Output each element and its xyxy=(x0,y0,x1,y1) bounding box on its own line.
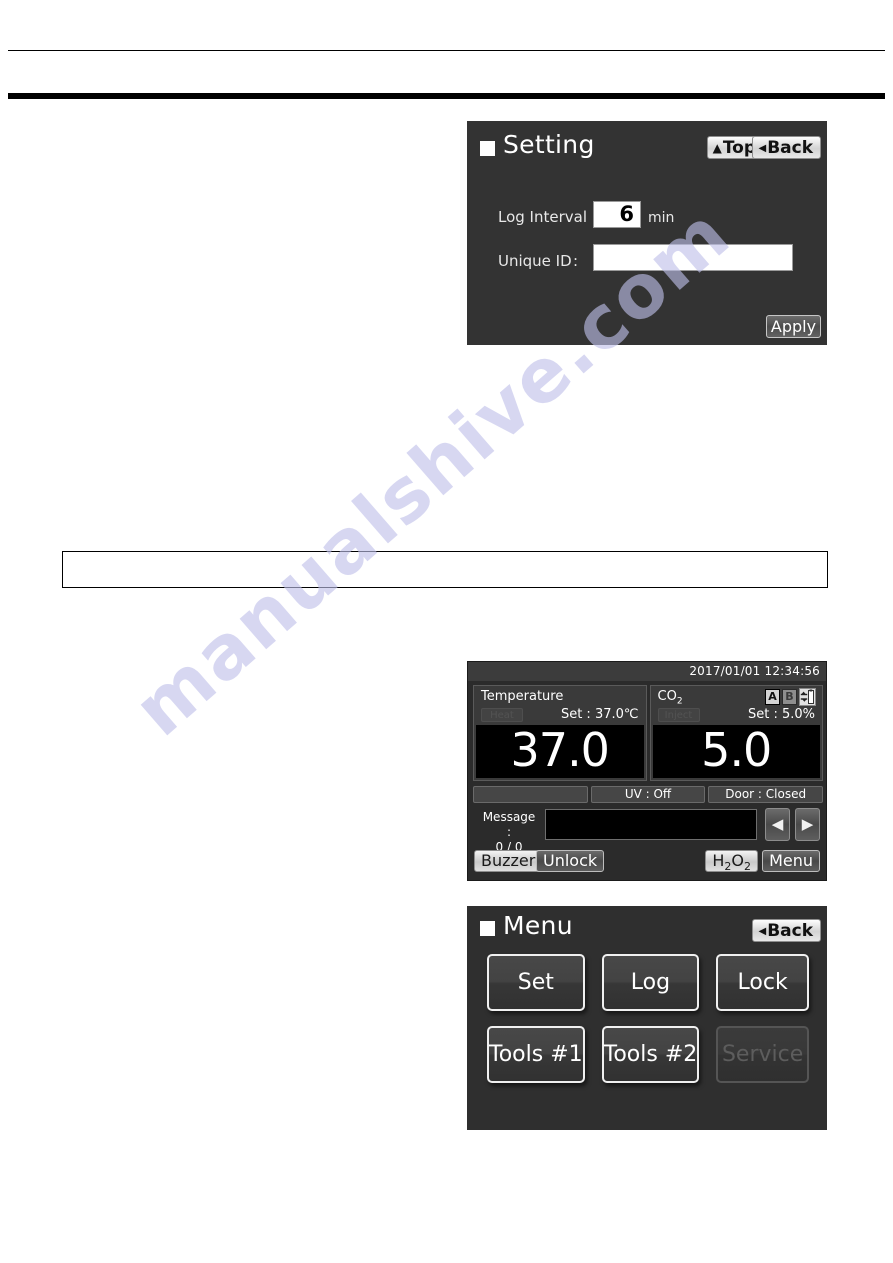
co2-readout: CO2 A B Inject Set : 5.0% 5.0 xyxy=(649,685,823,781)
top-button-label: Top xyxy=(722,138,756,158)
back-button-label: Back xyxy=(767,138,813,158)
arrow-up-icon: ▲ xyxy=(712,141,722,155)
header-rule-thick xyxy=(8,93,885,99)
temperature-readout: Temperature Heat Set : 37.0℃ 37.0 xyxy=(473,685,647,781)
unique-id-input[interactable] xyxy=(593,244,793,271)
log-interval-unit: min xyxy=(648,210,675,226)
menu-grid: Set Log Lock Tools #1 Tools #2 Service xyxy=(487,954,809,1083)
log-interval-input[interactable]: 6 xyxy=(593,201,641,228)
header-rule-thin xyxy=(8,50,885,51)
main-control-screen-panel: 2017/01/01 12:34:56 Temperature Heat Set… xyxy=(467,661,827,881)
menu-item-tools-2[interactable]: Tools #2 xyxy=(601,1026,700,1083)
back-button-label: Back xyxy=(767,921,813,941)
door-status-cell: Door : Closed xyxy=(708,786,824,803)
inject-status-badge: Inject xyxy=(657,708,700,722)
menu-item-service: Service xyxy=(716,1026,809,1083)
status-row: UV : Off Door : Closed xyxy=(473,786,824,803)
square-bullet-icon xyxy=(480,141,495,156)
co2-value: 5.0 xyxy=(652,725,820,778)
menu-screen-panel: Menu ◀Back Set Log Lock Tools #1 Tools #… xyxy=(467,906,827,1130)
uv-status-cell: UV : Off xyxy=(590,786,706,803)
message-next-button[interactable]: ▶ xyxy=(795,808,820,841)
h2o2-button[interactable]: H2O2 xyxy=(705,850,758,873)
temperature-value: 37.0 xyxy=(476,725,644,778)
clock-display: 2017/01/01 12:34:56 xyxy=(689,664,820,678)
setting-title: Setting xyxy=(503,130,595,159)
message-display xyxy=(545,809,757,840)
setting-screen-panel: Setting ▲Top ◀Back Log Interval : 6 min … xyxy=(467,121,827,345)
message-prev-button[interactable]: ◀ xyxy=(765,808,790,841)
status-cell-blank xyxy=(473,786,588,803)
temperature-label: Temperature xyxy=(481,689,564,704)
gas-a-button[interactable]: A xyxy=(765,689,780,705)
gas-source-selector: A B xyxy=(765,688,816,706)
main-titlebar: 2017/01/01 12:34:56 xyxy=(468,662,826,681)
square-bullet-icon xyxy=(480,921,495,936)
message-label-text: Message : xyxy=(482,810,536,839)
menu-header: Menu ◀Back xyxy=(467,906,827,950)
menu-item-set[interactable]: Set xyxy=(487,954,585,1011)
gas-cylinder-auto-switch-icon[interactable] xyxy=(799,688,816,706)
arrow-left-icon: ◀ xyxy=(758,143,767,154)
co2-setpoint: Set : 5.0% xyxy=(747,707,815,722)
menu-title: Menu xyxy=(503,911,573,940)
co2-label: CO2 xyxy=(657,689,683,707)
buzzer-button[interactable]: Buzzer xyxy=(474,850,543,872)
menu-button[interactable]: Menu xyxy=(762,850,820,872)
message-row: Message : 0 / 0 ◀ ▶ xyxy=(473,807,823,854)
heat-status-badge: Heat xyxy=(481,708,523,722)
unique-id-label: Unique ID xyxy=(498,252,572,270)
apply-button[interactable]: Apply xyxy=(766,315,821,338)
back-button[interactable]: ◀Back xyxy=(752,919,821,942)
gas-b-button[interactable]: B xyxy=(782,689,797,705)
main-bottom-bar: Buzzer Unlock H2O2 Menu xyxy=(468,843,826,880)
back-button[interactable]: ◀Back xyxy=(752,136,821,159)
menu-item-lock[interactable]: Lock xyxy=(716,954,809,1011)
temperature-setpoint: Set : 37.0℃ xyxy=(560,707,639,722)
menu-item-log[interactable]: Log xyxy=(601,954,700,1011)
log-interval-label: Log Interval : xyxy=(498,208,597,226)
setting-header: Setting ▲Top ◀Back xyxy=(467,121,827,173)
unique-id-colon: : xyxy=(573,252,579,270)
arrow-left-icon: ◀ xyxy=(758,926,767,937)
readout-grid: Temperature Heat Set : 37.0℃ 37.0 CO2 A … xyxy=(473,685,823,781)
menu-item-tools-1[interactable]: Tools #1 xyxy=(487,1026,585,1083)
unlock-button[interactable]: Unlock xyxy=(536,850,605,872)
note-box xyxy=(62,551,828,588)
